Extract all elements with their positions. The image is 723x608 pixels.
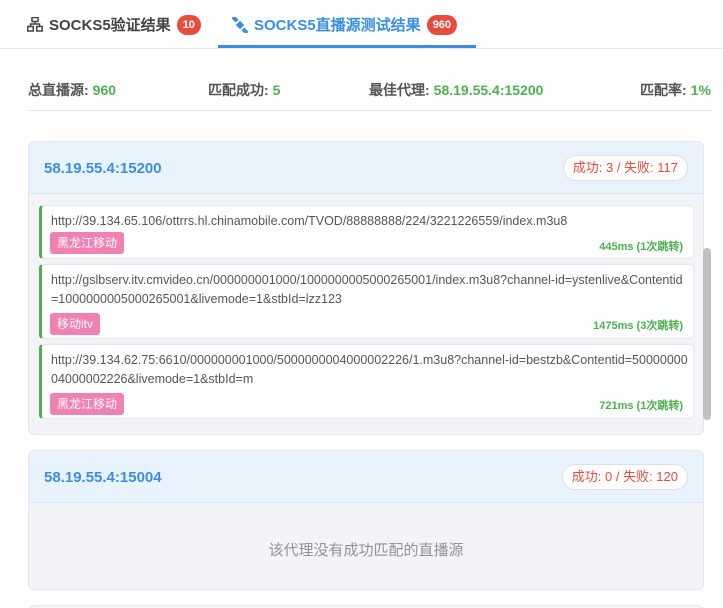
- stat-value: 5: [272, 82, 281, 98]
- result-badge: 成功: 3 / 失败: 117: [562, 155, 688, 181]
- stat-label: 匹配成功:: [208, 82, 269, 98]
- source-latency: 721ms (1次跳转): [599, 400, 683, 412]
- proxy-address: 58.19.55.4:15004: [44, 469, 162, 486]
- source-item[interactable]: http://gslbserv.itv.cmvideo.cn/000000001…: [39, 264, 694, 339]
- tab-bar: SOCKS5验证结果 10 SOCKS5直播源测试结果 960: [0, 0, 723, 49]
- proxy-panel: 58.19.55.4:15200 成功: 3 / 失败: 117 http://…: [28, 141, 704, 435]
- stat-matched: 匹配成功: 5: [208, 80, 280, 100]
- count-badge: 960: [426, 14, 458, 35]
- divider: [28, 110, 712, 111]
- source-tag: 黑龙江移动: [50, 393, 125, 415]
- results-list[interactable]: 58.19.55.4:15200 成功: 3 / 失败: 117 http://…: [28, 118, 712, 608]
- satellite-icon: [232, 16, 248, 33]
- stat-total: 总直播源: 960: [28, 80, 116, 100]
- stat-value: 58.19.55.4:15200: [433, 82, 544, 98]
- tab-live-source-results[interactable]: SOCKS5直播源测试结果 960: [232, 0, 458, 49]
- stat-label: 最佳代理:: [369, 82, 430, 98]
- summary-stats: 总直播源: 960 匹配成功: 5 最佳代理: 58.19.55.4:15200 匹配…: [28, 80, 712, 100]
- stat-value: 960: [92, 82, 117, 98]
- source-latency: 1475ms (3次跳转): [593, 320, 683, 332]
- proxy-panel-header[interactable]: 58.19.55.4:15200 成功: 3 / 失败: 117: [29, 142, 703, 194]
- count-badge: 10: [176, 14, 201, 35]
- source-url: http://39.134.62.75:6610/000000001000/50…: [51, 353, 688, 386]
- source-tag: 移动itv: [50, 313, 101, 335]
- result-badge: 成功: 0 / 失败: 120: [561, 464, 688, 490]
- source-latency: 445ms (1次跳转): [599, 241, 683, 253]
- tab-label: SOCKS5直播源测试结果: [254, 17, 421, 34]
- network-icon: [27, 17, 43, 32]
- source-item[interactable]: http://39.134.65.106/ottrrs.hl.chinamobi…: [39, 205, 694, 259]
- proxy-address: 58.19.55.4:15200: [44, 160, 162, 177]
- proxy-panel: 58.19.55.4:15004 成功: 0 / 失败: 120 该代理没有成功…: [28, 450, 704, 590]
- stat-label: 匹配率:: [640, 82, 687, 98]
- stat-best-proxy: 最佳代理: 58.19.55.4:15200: [369, 80, 543, 100]
- stat-label: 总直播源:: [28, 82, 89, 98]
- stat-value: 1%: [690, 82, 711, 98]
- tab-label: SOCKS5验证结果: [49, 17, 171, 34]
- active-tab-indicator: [218, 45, 476, 48]
- empty-message: 该代理没有成功匹配的直播源: [268, 542, 464, 559]
- source-url: http://gslbserv.itv.cmvideo.cn/000000001…: [51, 273, 683, 306]
- source-tag: 黑龙江移动: [50, 232, 125, 254]
- tab-socks5-verify[interactable]: SOCKS5验证结果 10: [27, 0, 201, 49]
- source-item[interactable]: http://39.134.62.75:6610/000000001000/50…: [39, 344, 694, 419]
- scrollbar-thumb[interactable]: [703, 248, 711, 420]
- stat-rate: 匹配率: 1%: [640, 80, 711, 100]
- source-url: http://39.134.65.106/ottrrs.hl.chinamobi…: [51, 214, 568, 228]
- proxy-panel-header[interactable]: 58.19.55.4:15004 成功: 0 / 失败: 120: [29, 451, 703, 503]
